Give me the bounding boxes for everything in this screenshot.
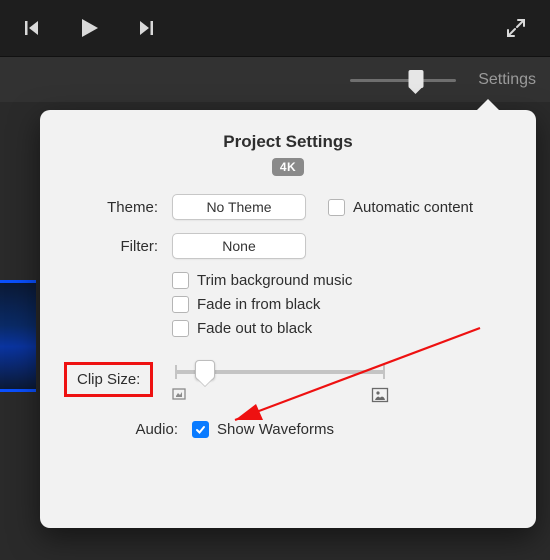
- project-settings-popover: Project Settings 4K Theme: No Theme Auto…: [40, 110, 536, 528]
- clip-size-small-icon: [171, 387, 189, 401]
- automatic-content-label: Automatic content: [353, 199, 473, 216]
- fade-out-label: Fade out to black: [197, 320, 312, 337]
- clip-size-slider[interactable]: [175, 359, 385, 399]
- fade-out-checkbox[interactable]: [172, 320, 189, 337]
- clip-size-label: Clip Size:: [64, 362, 153, 397]
- next-button[interactable]: [138, 20, 154, 36]
- filter-label: Filter:: [64, 238, 172, 255]
- settings-button[interactable]: Settings: [478, 71, 536, 89]
- zoom-slider[interactable]: [350, 71, 456, 89]
- filter-row: Filter: None: [64, 233, 512, 259]
- trim-bg-music-checkbox[interactable]: [172, 272, 189, 289]
- show-waveforms-label: Show Waveforms: [217, 421, 334, 438]
- zoom-slider-thumb[interactable]: [408, 70, 423, 88]
- clip-size-slider-thumb[interactable]: [195, 360, 215, 380]
- fade-in-checkbox[interactable]: [172, 296, 189, 313]
- popover-title: Project Settings: [64, 132, 512, 152]
- audio-label: Audio:: [64, 421, 192, 438]
- trim-bg-music-label: Trim background music: [197, 272, 352, 289]
- clip-size-large-icon: [371, 387, 389, 401]
- theme-label: Theme:: [64, 199, 172, 216]
- timeline-clip-fragment[interactable]: [0, 280, 36, 392]
- settings-bar: Settings: [0, 56, 550, 102]
- automatic-content-checkbox[interactable]: [328, 199, 345, 216]
- resolution-badge: 4K: [272, 158, 304, 176]
- fullscreen-button[interactable]: [506, 18, 526, 38]
- filter-select[interactable]: None: [172, 233, 306, 259]
- audio-row: Audio: Show Waveforms: [64, 421, 512, 438]
- play-button[interactable]: [78, 17, 100, 39]
- playback-toolbar: [0, 0, 550, 56]
- fade-in-label: Fade in from black: [197, 296, 320, 313]
- show-waveforms-checkbox[interactable]: [192, 421, 209, 438]
- theme-row: Theme: No Theme Automatic content: [64, 194, 512, 220]
- playback-options: Trim background music Fade in from black…: [172, 272, 512, 337]
- prev-button[interactable]: [24, 20, 40, 36]
- clip-size-row: Clip Size:: [64, 359, 512, 399]
- theme-select[interactable]: No Theme: [172, 194, 306, 220]
- playback-controls: [24, 17, 154, 39]
